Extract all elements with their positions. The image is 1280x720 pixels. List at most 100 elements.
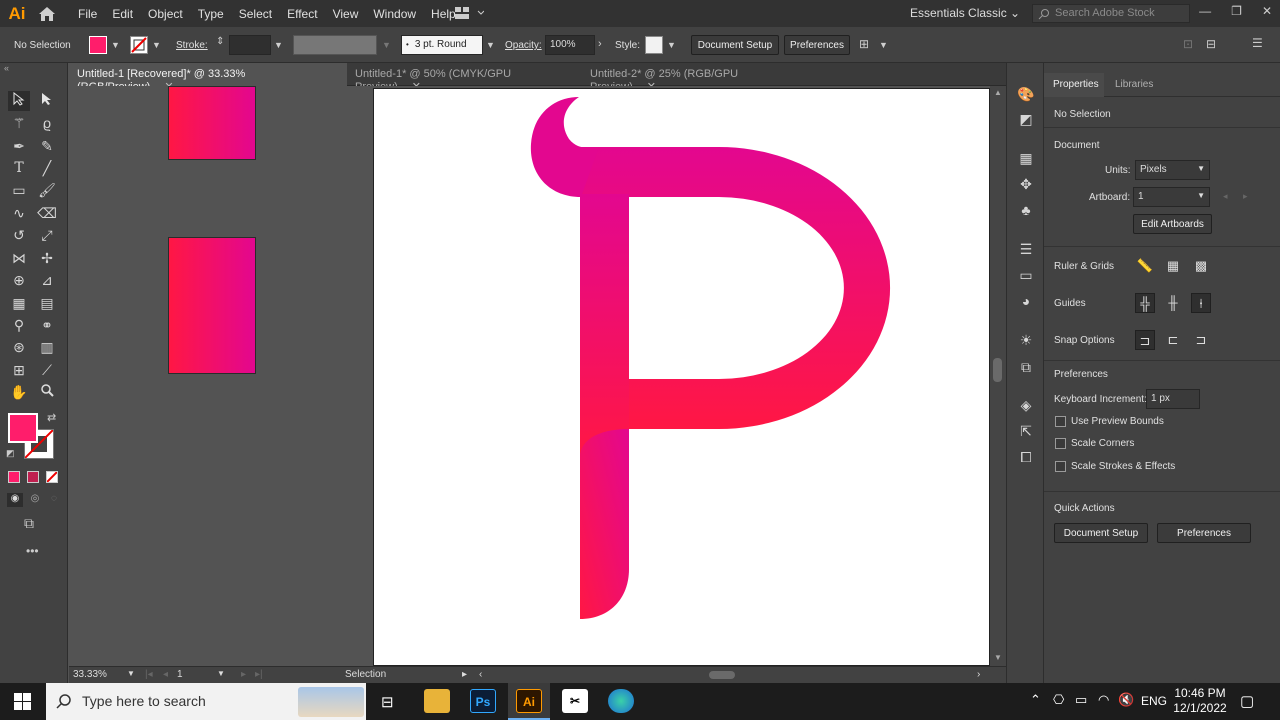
use-preview-bounds-checkbox[interactable]	[1055, 416, 1066, 427]
scroll-right-icon[interactable]: ›	[977, 669, 980, 680]
workspace-switcher[interactable]: Essentials Classic ⌄	[910, 6, 1020, 20]
fill-swatch[interactable]	[89, 36, 107, 54]
direct-selection-tool-icon[interactable]	[36, 91, 58, 111]
chevron-right-icon[interactable]: ›	[598, 38, 602, 50]
menu-window[interactable]: Window	[373, 7, 416, 21]
document-setup-button[interactable]: Document Setup	[691, 35, 779, 55]
brush-definition-field[interactable]: • 3 pt. Round	[401, 35, 483, 55]
tab-untitled-1[interactable]: Untitled-1* @ 50% (CMYK/GPU Preview)✕	[347, 63, 582, 93]
chevron-down-icon[interactable]: ▼	[127, 669, 135, 678]
stroke-swatch[interactable]	[130, 36, 148, 54]
scale-tool-icon[interactable]: ⤢	[36, 225, 58, 245]
width-tool-icon[interactable]: ⋈	[8, 248, 30, 268]
menu-select[interactable]: Select	[239, 7, 272, 21]
stock-search-input[interactable]: Search Adobe Stock	[1032, 4, 1190, 23]
input-language[interactable]: ENG	[1141, 694, 1167, 708]
graphic-styles-icon[interactable]: ⧉	[1017, 358, 1035, 376]
curvature-tool-icon[interactable]: ✎	[36, 136, 58, 156]
draw-inside-icon[interactable]: ◌	[46, 493, 62, 507]
photoshop-app-icon[interactable]: Ps	[470, 689, 496, 713]
show-hidden-icons-icon[interactable]: ⌃	[1030, 692, 1041, 708]
chevron-down-icon[interactable]: ▼	[667, 40, 676, 50]
edge-browser-icon[interactable]	[608, 689, 634, 713]
blend-tool-icon[interactable]: ⚭	[36, 315, 58, 335]
scroll-thumb[interactable]	[993, 358, 1002, 382]
chevron-down-icon[interactable]: ▼	[152, 40, 161, 50]
lock-guides-icon[interactable]: ╫	[1163, 293, 1183, 313]
horizontal-scroll-thumb[interactable]	[709, 671, 735, 679]
asset-export-icon[interactable]: ⇱	[1017, 422, 1035, 440]
scale-corners-checkbox[interactable]	[1055, 438, 1066, 449]
layers-icon[interactable]: ◈	[1017, 396, 1035, 414]
stroke-weight-field[interactable]	[229, 35, 271, 55]
tab-libraries[interactable]: Libraries	[1106, 73, 1176, 97]
eyedropper-tool-icon[interactable]: ⚲	[8, 315, 30, 335]
scroll-up-icon[interactable]: ▲	[994, 88, 1002, 97]
home-icon[interactable]	[34, 6, 60, 22]
symbol-sprayer-tool-icon[interactable]: ⊛	[8, 337, 30, 357]
paintbrush-tool-icon[interactable]: 🖌	[36, 180, 58, 200]
slice-tool-icon[interactable]: ⟋	[36, 360, 58, 380]
puppet-warp-tool-icon[interactable]: ✢	[36, 248, 58, 268]
menu-type[interactable]: Type	[198, 7, 224, 21]
draw-behind-icon[interactable]: ◎	[27, 493, 43, 507]
variable-width-profile[interactable]	[293, 35, 377, 55]
keyboard-increment-field[interactable]: 1 px	[1146, 389, 1200, 409]
status-menu-icon[interactable]: ▸	[462, 669, 467, 680]
battery-icon[interactable]: ▭	[1075, 692, 1087, 708]
windows-start-icon[interactable]	[14, 693, 31, 713]
menu-file[interactable]: File	[78, 7, 97, 21]
task-view-icon[interactable]: ⊟	[381, 693, 394, 711]
artboard-navigation-field[interactable]: 1 ▼	[177, 669, 227, 682]
ruler-icon[interactable]: 📏	[1135, 256, 1155, 276]
draw-normal-icon[interactable]: ◉	[7, 493, 23, 507]
column-graph-tool-icon[interactable]: ▥	[36, 337, 58, 357]
document-setup-button[interactable]: Document Setup	[1054, 523, 1148, 543]
collapse-icon[interactable]: «	[4, 63, 9, 73]
smart-guides-icon[interactable]: ⍿	[1191, 293, 1211, 313]
zoom-field[interactable]: 33.33% ▼	[73, 669, 135, 682]
image-trace-icon[interactable]: ◩	[1017, 110, 1035, 128]
zoom-tool-icon[interactable]	[36, 382, 58, 402]
perspective-grid-tool-icon[interactable]: ⊿	[36, 270, 58, 290]
grid-icon[interactable]: ▦	[1163, 256, 1183, 276]
capcut-app-icon[interactable]: ✂	[562, 689, 588, 713]
default-fill-stroke-icon[interactable]: ◩	[6, 448, 15, 459]
scroll-down-icon[interactable]: ▼	[994, 653, 1002, 662]
opacity-field[interactable]: 100%	[545, 35, 595, 55]
chevron-down-icon[interactable]: ▼	[111, 40, 120, 50]
gradient-mode-icon[interactable]	[27, 471, 39, 483]
show-guides-icon[interactable]: ╬	[1135, 293, 1155, 313]
align-panel-icon[interactable]: ⊟	[1206, 37, 1216, 51]
vertical-scrollbar[interactable]: ▲ ▼	[990, 86, 1006, 666]
lasso-tool-icon[interactable]: ϱ	[36, 113, 58, 133]
pen-tool-icon[interactable]: ✒	[8, 136, 30, 156]
restore-icon[interactable]: ❐	[1231, 4, 1242, 18]
arrange-documents-icon[interactable]	[454, 6, 485, 23]
rotate-tool-icon[interactable]: ↺	[8, 225, 30, 245]
chevron-down-icon[interactable]: ▼	[217, 669, 225, 678]
transparency-icon[interactable]: ◕	[1017, 292, 1035, 310]
artboards-icon[interactable]: ⧠	[1017, 448, 1035, 466]
meet-now-icon[interactable]: ⎔	[1053, 692, 1064, 708]
preferences-button[interactable]: Preferences	[784, 35, 850, 55]
brushes-icon[interactable]: ✥	[1017, 175, 1035, 193]
selection-tool-icon[interactable]	[8, 91, 30, 111]
stroke-panel-icon[interactable]: ☰	[1017, 240, 1035, 258]
gradient-tool-icon[interactable]: ▤	[36, 293, 58, 313]
close-icon[interactable]: ✕	[1262, 4, 1272, 18]
magic-wand-tool-icon[interactable]: ⚚	[8, 113, 30, 133]
transparency-grid-icon[interactable]: ▩	[1191, 256, 1211, 276]
menu-view[interactable]: View	[333, 7, 359, 21]
chevron-down-icon[interactable]: ▼	[879, 40, 888, 50]
volume-muted-icon[interactable]: 🔇	[1118, 692, 1134, 708]
system-clock[interactable]: 10:46 PM 12/1/2022	[1170, 686, 1230, 716]
artboard-select[interactable]: 1 ▼	[1133, 187, 1210, 207]
edit-artboards-button[interactable]: Edit Artboards	[1133, 214, 1212, 234]
gradient-rectangle[interactable]	[168, 237, 256, 374]
swatches-icon[interactable]: ▦	[1017, 149, 1035, 167]
tab-properties[interactable]: Properties	[1044, 73, 1104, 97]
notifications-icon[interactable]: ▢	[1240, 692, 1254, 710]
none-mode-icon[interactable]	[46, 471, 58, 483]
gradient-panel-icon[interactable]: ▭	[1017, 266, 1035, 284]
